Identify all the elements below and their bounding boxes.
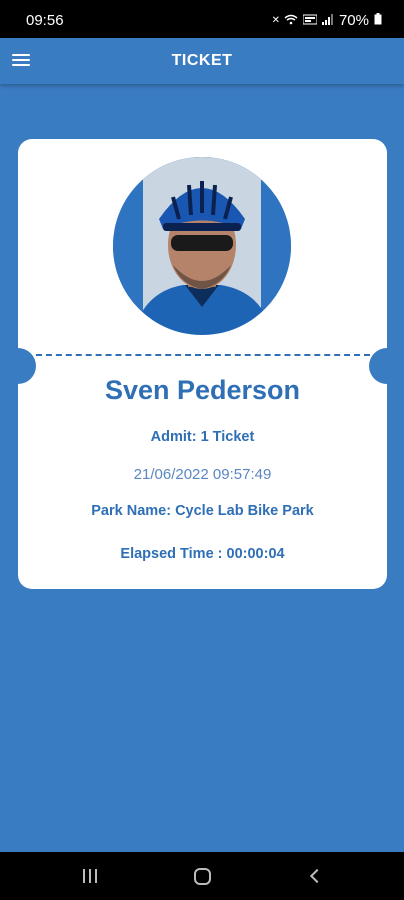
battery-icon <box>374 13 382 28</box>
back-icon <box>309 868 325 884</box>
status-bar: 09:56 ✕ 70% <box>0 0 404 38</box>
page-title: TICKET <box>171 52 233 69</box>
status-time: 09:56 <box>26 12 64 29</box>
volte-icon <box>302 14 318 28</box>
signal-icon <box>321 13 334 28</box>
ticket-tear-line <box>36 354 370 356</box>
app-bar: TICKET <box>0 38 404 84</box>
ticket-holder-name: Sven Pederson <box>104 375 301 405</box>
home-icon <box>193 867 211 885</box>
avatar <box>113 157 291 335</box>
home-button[interactable] <box>172 852 232 900</box>
park-name: Park Name: Cycle Lab Bike Park <box>91 503 314 519</box>
elapsed-time: Elapsed Time : 00:00:04 <box>120 546 285 562</box>
recents-icon <box>83 869 97 883</box>
mute-icon: ✕ <box>271 15 280 26</box>
wifi-icon <box>284 14 298 28</box>
back-button[interactable] <box>285 852 345 900</box>
ticket-datetime: 21/06/2022 09:57:49 <box>133 466 272 483</box>
status-icons: ✕ 70% <box>272 12 382 29</box>
recents-button[interactable] <box>60 852 120 900</box>
battery-level: 70% <box>338 12 369 29</box>
admit-count: Admit: 1 Ticket <box>150 429 255 445</box>
system-nav-bar <box>0 852 404 900</box>
